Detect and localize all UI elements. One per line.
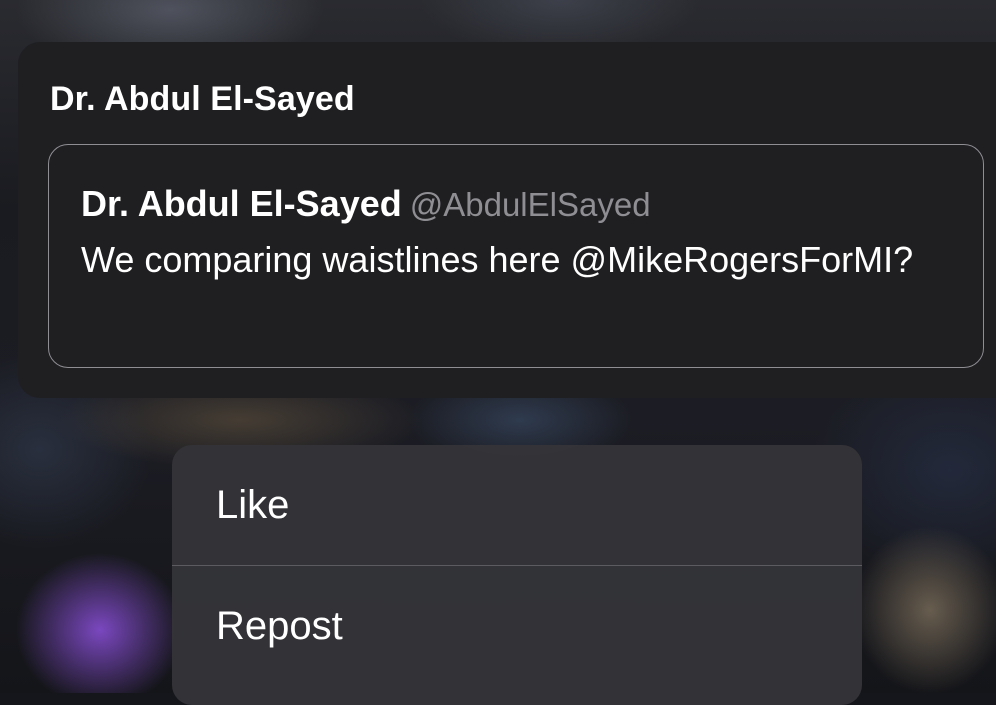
context-menu: Like Repost bbox=[172, 445, 862, 705]
author-name: Dr. Abdul El-Sayed bbox=[81, 183, 402, 224]
quoted-post-text: We comparing waistlines here @MikeRogers… bbox=[81, 239, 914, 280]
quoted-post-header: Dr. Abdul El-Sayed @AbdulElSayed bbox=[81, 183, 651, 225]
like-menu-item[interactable]: Like bbox=[172, 445, 862, 565]
quoted-post[interactable]: Dr. Abdul El-Sayed @AbdulElSayed We compa… bbox=[48, 144, 984, 368]
author-handle: @AbdulElSayed bbox=[409, 186, 651, 223]
repost-menu-item[interactable]: Repost bbox=[172, 566, 862, 686]
preview-card: Dr. Abdul El-Sayed Dr. Abdul El-Sayed @Ab… bbox=[18, 42, 996, 398]
card-title: Dr. Abdul El-Sayed bbox=[50, 80, 355, 118]
